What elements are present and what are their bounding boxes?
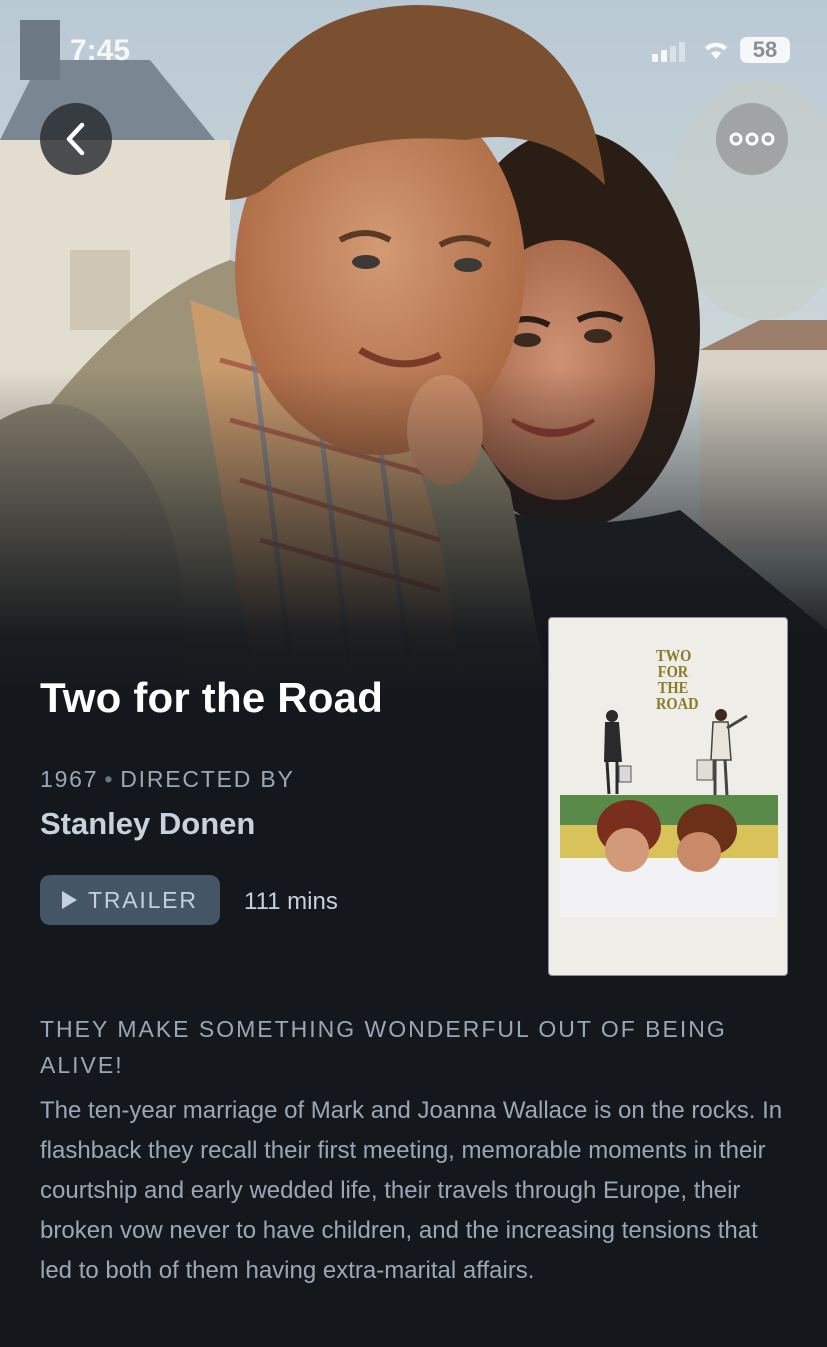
tagline: THEY MAKE SOMETHING WONDERFUL OUT OF BEI… [40,1016,727,1078]
directed-by-label: DIRECTED BY [120,766,295,792]
wifi-icon [705,42,727,59]
film-meta: 1967 • DIRECTED BY [40,766,295,793]
film-poster[interactable]: TWO FOR THE ROAD [548,617,788,976]
separator-dot: • [104,766,115,792]
director-name[interactable]: Stanley Donen [40,806,255,842]
runtime: 111 mins [244,888,338,915]
ellipsis-icon [729,132,775,146]
release-year[interactable]: 1967 [40,766,98,792]
chevron-left-icon [66,122,85,156]
back-button[interactable] [40,103,112,175]
status-time: 7:45 [70,34,131,67]
trailer-label: TRAILER [88,886,198,913]
play-icon [62,891,77,909]
trailer-button[interactable]: TRAILER [40,875,220,925]
status-bar: 7:45 58 [0,30,827,70]
signal-icon [652,42,685,62]
battery-indicator: 58 [740,37,790,63]
more-options-button[interactable] [716,103,788,175]
poster-artwork [560,709,778,917]
synopsis: The ten-year marriage of Mark and Joanna… [40,1097,783,1284]
film-title: Two for the Road [40,674,384,721]
backdrop-image [0,0,827,700]
